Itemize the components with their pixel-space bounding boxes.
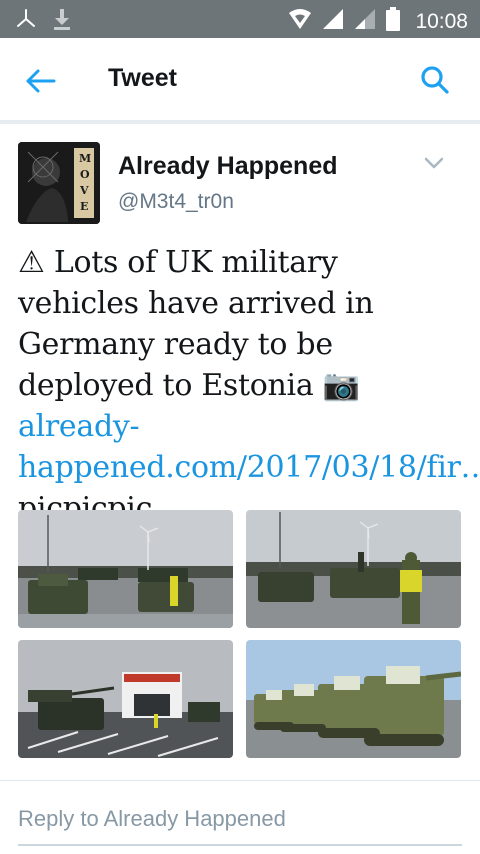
search-icon[interactable] — [420, 65, 450, 95]
tweet-photo[interactable] — [246, 510, 461, 628]
svg-text:M: M — [79, 152, 91, 165]
battery-icon — [385, 6, 401, 37]
hotspot-icon — [287, 7, 313, 36]
tweet-text: ⚠ Lots of UK military vehicles have arri… — [18, 242, 480, 529]
signal-icon — [353, 7, 377, 36]
divider — [0, 120, 480, 124]
app-bar: Tweet — [0, 38, 480, 122]
reply-input[interactable]: Reply to Already Happened — [18, 806, 286, 832]
author-handle[interactable]: @M3t4_tr0n — [118, 190, 234, 214]
app-notification-icon — [14, 7, 38, 36]
reply-input-underline — [18, 844, 462, 846]
back-arrow-icon[interactable] — [24, 66, 58, 96]
download-icon — [52, 7, 72, 36]
tweet-photo[interactable] — [246, 640, 461, 758]
chevron-down-icon[interactable] — [424, 156, 444, 170]
divider — [0, 780, 480, 781]
tweet-photo[interactable] — [18, 510, 233, 628]
svg-text:E: E — [80, 200, 88, 213]
signal-icon — [321, 7, 345, 36]
svg-text:O: O — [80, 168, 90, 181]
tweet-body: ⚠ Lots of UK military vehicles have arri… — [18, 245, 374, 403]
clock: 10:08 — [415, 9, 468, 33]
svg-text:V: V — [79, 184, 89, 197]
status-bar: 10:08 — [0, 0, 480, 38]
tweet-photo[interactable] — [18, 640, 233, 758]
author-name[interactable]: Already Happened — [118, 152, 338, 181]
avatar[interactable]: M O V E — [18, 142, 100, 224]
tweet-link[interactable]: already-happened.com/2017/03/18/fir… — [18, 409, 480, 485]
page-title: Tweet — [108, 64, 177, 92]
